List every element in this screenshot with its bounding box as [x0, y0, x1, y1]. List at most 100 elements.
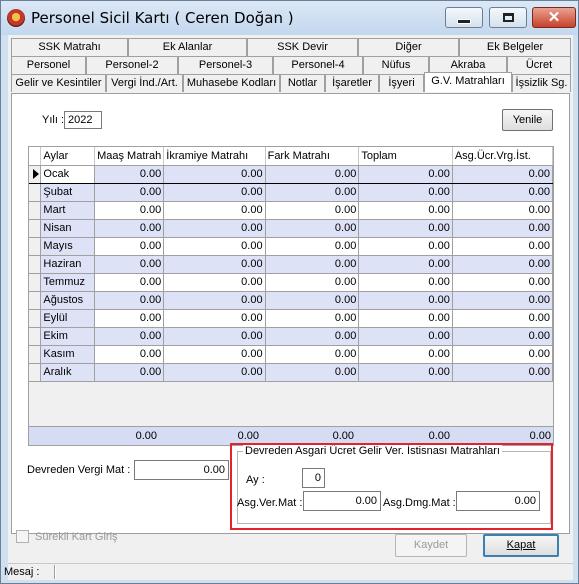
tab-ek-belgeler[interactable]: Ek Belgeler — [459, 38, 571, 56]
col-header-ikramiye-matrahi[interactable]: İkramiye Matrahı — [163, 147, 266, 166]
row-indicator[interactable] — [29, 255, 42, 274]
value-cell[interactable]: 0.00 — [265, 164, 360, 184]
month-cell[interactable]: Haziran — [40, 255, 96, 274]
value-cell[interactable]: 0.00 — [265, 327, 360, 346]
devreden-vergi-mat-input[interactable]: 0.00 — [134, 460, 229, 480]
value-cell[interactable]: 0.00 — [265, 345, 360, 364]
tab-personel-2[interactable]: Personel-2 — [86, 56, 178, 74]
col-header-fark-matrahi[interactable]: Fark Matrahı — [265, 147, 360, 166]
row-indicator[interactable] — [29, 273, 42, 292]
value-cell[interactable]: 0.00 — [452, 219, 553, 238]
row-indicator[interactable] — [29, 327, 42, 346]
value-cell[interactable]: 0.00 — [265, 363, 360, 382]
value-cell[interactable]: 0.00 — [452, 363, 553, 382]
month-cell[interactable]: Ağustos — [40, 291, 96, 310]
value-cell[interactable]: 0.00 — [265, 183, 360, 202]
value-cell[interactable]: 0.00 — [163, 237, 266, 256]
tab-personel[interactable]: Personel — [11, 56, 86, 74]
value-cell[interactable]: 0.00 — [94, 345, 165, 364]
month-cell[interactable]: Eylül — [40, 309, 96, 328]
asg-ver-mat-input[interactable]: 0.00 — [303, 491, 381, 511]
value-cell[interactable]: 0.00 — [94, 255, 165, 274]
table-row[interactable]: Ocak 0.00 0.00 0.00 0.00 0.00 — [29, 164, 553, 184]
value-cell[interactable]: 0.00 — [265, 309, 360, 328]
value-cell[interactable]: 0.00 — [358, 237, 453, 256]
month-cell[interactable]: Ekim — [40, 327, 96, 346]
value-cell[interactable]: 0.00 — [452, 273, 553, 292]
row-indicator[interactable] — [29, 164, 42, 184]
table-row[interactable]: Eylül 0.00 0.00 0.00 0.00 0.00 — [29, 309, 553, 328]
value-cell[interactable]: 0.00 — [163, 327, 266, 346]
value-cell[interactable]: 0.00 — [94, 327, 165, 346]
kapat-button[interactable]: Kapat — [483, 534, 559, 557]
value-cell[interactable]: 0.00 — [163, 309, 266, 328]
value-cell[interactable]: 0.00 — [358, 327, 453, 346]
col-header-toplam[interactable]: Toplam — [358, 147, 453, 166]
tab-ssk-devir[interactable]: SSK Devir — [247, 38, 358, 56]
value-cell[interactable]: 0.00 — [358, 183, 453, 202]
value-cell[interactable]: 0.00 — [163, 363, 266, 382]
value-cell[interactable]: 0.00 — [265, 201, 360, 220]
yenile-button[interactable]: Yenile — [502, 109, 553, 131]
tab-ek-alanlar[interactable]: Ek Alanlar — [128, 38, 247, 56]
row-indicator[interactable] — [29, 309, 42, 328]
kaydet-button[interactable]: Kaydet — [395, 534, 467, 557]
value-cell[interactable]: 0.00 — [358, 273, 453, 292]
tab-nufus[interactable]: Nüfus — [363, 56, 429, 74]
value-cell[interactable]: 0.00 — [358, 201, 453, 220]
value-cell[interactable]: 0.00 — [163, 183, 266, 202]
row-indicator[interactable] — [29, 237, 42, 256]
title-bar[interactable]: Personel Sicil Kartı ( Ceren Doğan ) ✕ — [1, 1, 578, 35]
value-cell[interactable]: 0.00 — [358, 255, 453, 274]
row-indicator[interactable] — [29, 291, 42, 310]
month-cell[interactable]: Mayıs — [40, 237, 96, 256]
row-indicator[interactable] — [29, 345, 42, 364]
value-cell[interactable]: 0.00 — [265, 219, 360, 238]
close-button[interactable]: ✕ — [532, 7, 576, 28]
table-row[interactable]: Mart 0.00 0.00 0.00 0.00 0.00 — [29, 201, 553, 220]
tab-issizlik-sg[interactable]: İşsizlik Sg. — [512, 74, 571, 92]
value-cell[interactable]: 0.00 — [163, 345, 266, 364]
table-row[interactable]: Nisan 0.00 0.00 0.00 0.00 0.00 — [29, 219, 553, 238]
month-cell[interactable]: Mart — [40, 201, 96, 220]
tab-muhasebe-kodlari[interactable]: Muhasebe Kodları — [183, 74, 280, 92]
row-indicator[interactable] — [29, 201, 42, 220]
value-cell[interactable]: 0.00 — [265, 291, 360, 310]
tab-isyeri[interactable]: İşyeri — [379, 74, 424, 92]
value-cell[interactable]: 0.00 — [94, 219, 165, 238]
value-cell[interactable]: 0.00 — [265, 237, 360, 256]
value-cell[interactable]: 0.00 — [452, 237, 553, 256]
month-cell[interactable]: Şubat — [40, 183, 96, 202]
table-row[interactable]: Mayıs 0.00 0.00 0.00 0.00 0.00 — [29, 237, 553, 256]
app-icon[interactable] — [7, 9, 25, 27]
value-cell[interactable]: 0.00 — [452, 255, 553, 274]
tab-gelir-kesintiler[interactable]: Gelir ve Kesintiler — [11, 74, 106, 92]
tab-personel-4[interactable]: Personel-4 — [273, 56, 363, 74]
tab-gv-matrahlari[interactable]: G.V. Matrahları — [424, 72, 512, 92]
checkbox-box[interactable] — [16, 530, 29, 543]
row-indicator[interactable] — [29, 363, 42, 382]
surekli-kart-giris-checkbox[interactable]: Sürekli Kart Giriş — [16, 530, 118, 543]
row-indicator[interactable] — [29, 219, 42, 238]
tab-notlar[interactable]: Notlar — [280, 74, 325, 92]
value-cell[interactable]: 0.00 — [452, 309, 553, 328]
value-cell[interactable]: 0.00 — [94, 183, 165, 202]
maximize-button[interactable] — [489, 7, 527, 28]
tab-ssk-matrahi[interactable]: SSK Matrahı — [11, 38, 128, 56]
tab-ucret[interactable]: Ücret — [507, 56, 571, 74]
value-cell[interactable]: 0.00 — [358, 363, 453, 382]
value-cell[interactable]: 0.00 — [94, 309, 165, 328]
value-cell[interactable]: 0.00 — [163, 219, 266, 238]
table-row[interactable]: Kasım 0.00 0.00 0.00 0.00 0.00 — [29, 345, 553, 364]
col-header-aylar[interactable]: Aylar — [40, 147, 96, 166]
month-cell[interactable]: Temmuz — [40, 273, 96, 292]
value-cell[interactable]: 0.00 — [163, 273, 266, 292]
col-header-maas-matrah[interactable]: Maaş Matrah — [94, 147, 165, 166]
table-row[interactable]: Haziran 0.00 0.00 0.00 0.00 0.00 — [29, 255, 553, 274]
value-cell[interactable]: 0.00 — [163, 255, 266, 274]
value-cell[interactable]: 0.00 — [452, 345, 553, 364]
value-cell[interactable]: 0.00 — [265, 255, 360, 274]
value-cell[interactable]: 0.00 — [94, 363, 165, 382]
value-cell[interactable]: 0.00 — [358, 291, 453, 310]
tab-personel-3[interactable]: Personel-3 — [178, 56, 273, 74]
